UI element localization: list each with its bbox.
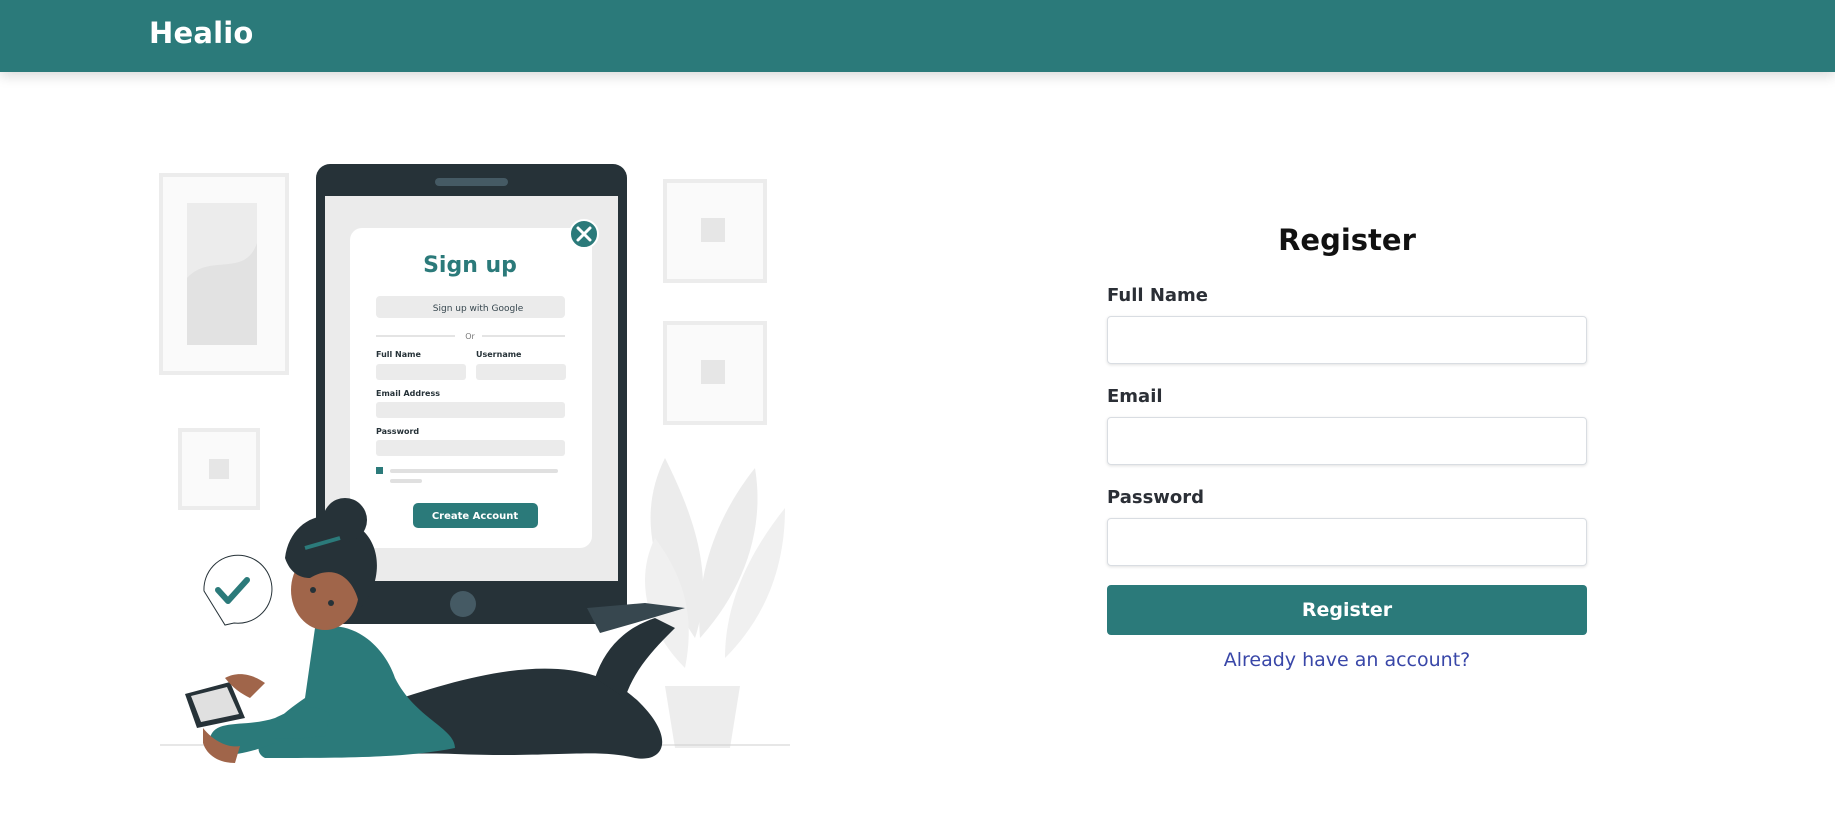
full-name-input[interactable] (1107, 316, 1587, 364)
brand-logo[interactable]: Healio (149, 16, 254, 50)
illus-username-label: Username (476, 350, 522, 359)
illus-create-account: Create Account (432, 511, 519, 522)
email-input[interactable] (1107, 417, 1587, 465)
card-title: Sign up (423, 253, 517, 278)
illus-fullname-label: Full Name (376, 350, 421, 359)
full-name-label: Full Name (1107, 285, 1208, 306)
password-input[interactable] (1107, 518, 1587, 566)
top-navbar: Healio (0, 0, 1835, 72)
google-signup-text: Sign up with Google (433, 304, 524, 314)
register-form: Register Full Name Email Password Regist… (1107, 212, 1587, 671)
login-link[interactable]: Already have an account? (1107, 649, 1587, 671)
register-button[interactable]: Register (1107, 585, 1587, 635)
signup-illustration: Sign up Sign up with Google Or Full Name… (159, 164, 790, 763)
illus-email-label: Email Address (376, 389, 440, 398)
divider-or: Or (465, 332, 475, 341)
email-label: Email (1107, 386, 1163, 407)
plant (645, 458, 785, 748)
form-title: Register (1278, 223, 1416, 257)
password-label: Password (1107, 487, 1205, 508)
check-bubble-icon (203, 554, 273, 626)
illus-password-label: Password (376, 427, 419, 436)
